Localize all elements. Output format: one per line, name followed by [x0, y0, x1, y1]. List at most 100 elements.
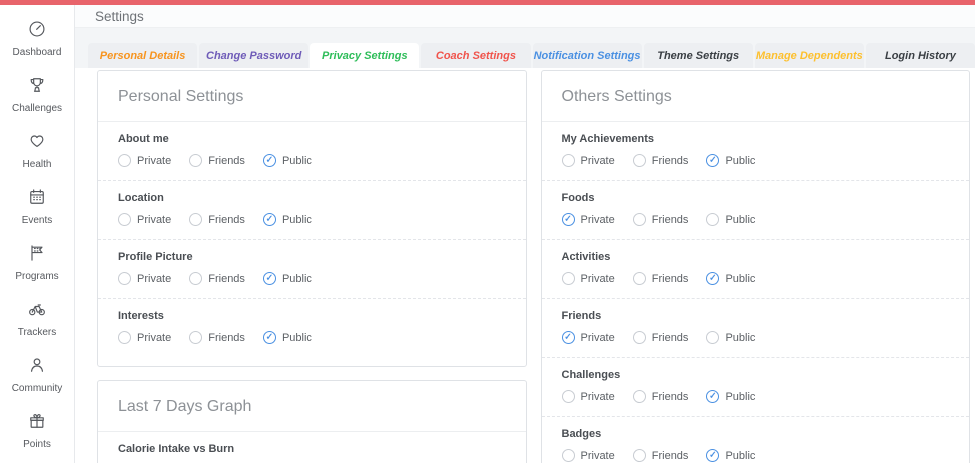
- tab-change-password[interactable]: Change Password: [199, 43, 309, 68]
- flag-icon: [27, 243, 47, 268]
- radio-option-label: Private: [580, 449, 615, 462]
- check-icon: ✓: [709, 154, 717, 165]
- radio-private[interactable]: Private: [118, 331, 171, 344]
- setting-row-profile-picture: Profile Picture Private Friends ✓ Public: [98, 239, 526, 298]
- sidebar-item-challenges[interactable]: Challenges: [0, 67, 74, 123]
- radio-private[interactable]: Private: [561, 390, 615, 403]
- setting-row-challenges: Challenges Private Friends ✓ Public: [541, 357, 969, 416]
- right-column: Others Settings My Achievements Private Fri…: [540, 70, 970, 463]
- tab-coach-settings[interactable]: Coach Settings: [421, 43, 531, 68]
- radio-public[interactable]: ✓ Public: [262, 213, 312, 226]
- radio-circle-icon: [706, 331, 720, 344]
- radio-circle-icon: [632, 213, 646, 226]
- radio-circle-icon: [706, 213, 720, 226]
- radio-private[interactable]: ✓ Private: [561, 213, 615, 226]
- radio-friends[interactable]: Friends: [189, 331, 245, 344]
- settings-tab-bar: Personal Details Change Password Privacy S…: [75, 28, 975, 68]
- tab-login-history[interactable]: Login History: [865, 43, 975, 68]
- setting-label: Location: [118, 192, 164, 204]
- tab-manage-dependents[interactable]: Manage Dependents: [754, 43, 864, 68]
- radio-friends[interactable]: Friends: [632, 390, 689, 403]
- sidebar-item-label: Health: [22, 159, 52, 170]
- radio-friends[interactable]: Friends: [632, 449, 688, 462]
- sidebar-item-community[interactable]: Community: [0, 347, 74, 403]
- radio-friends[interactable]: Friends: [189, 154, 245, 167]
- radio-checked-icon: ✓: [706, 449, 720, 462]
- radio-friends[interactable]: Friends: [632, 331, 688, 344]
- tab-personal-details[interactable]: Personal Details: [88, 43, 198, 68]
- radio-private[interactable]: Private: [118, 154, 171, 167]
- radio-option-label: Public: [281, 272, 312, 285]
- radio-public[interactable]: ✓ Public: [706, 390, 755, 403]
- tab-theme-settings[interactable]: Theme Settings: [643, 43, 753, 68]
- setting-label: Calorie Intake vs Burn: [118, 443, 235, 455]
- radio-private[interactable]: Private: [561, 154, 615, 167]
- check-icon: ✓: [265, 331, 274, 342]
- panel-title-wrap: Last 7 Days Graph: [98, 381, 526, 432]
- setting-label: Profile Picture: [118, 251, 193, 263]
- radio-circle-icon: [118, 213, 131, 226]
- radio-public[interactable]: Public: [706, 331, 755, 344]
- panel-title: Personal Settings: [118, 88, 244, 105]
- panel-personal-settings: Personal Settings About me Private Friends ✓…: [97, 70, 527, 367]
- radio-public[interactable]: ✓ Public: [706, 272, 755, 285]
- radio-circle-icon: [632, 449, 646, 462]
- panel-title: Others Settings: [561, 88, 672, 105]
- visibility-radio-group: Private Friends ✓ Public: [561, 449, 950, 462]
- setting-row-calorie-intake-vs-burn: Calorie Intake vs Burn✓PrivateFriendsPub…: [98, 432, 526, 463]
- radio-friends[interactable]: Friends: [632, 213, 688, 226]
- radio-public[interactable]: ✓ Public: [706, 154, 755, 167]
- setting-label: Foods: [561, 192, 595, 204]
- radio-circle-icon: [118, 272, 131, 285]
- radio-option-label: Friends: [651, 154, 689, 167]
- sidebar-item-label: Programs: [15, 271, 59, 282]
- setting-row-interests: Interests Private Friends ✓ Public: [98, 298, 526, 357]
- radio-public[interactable]: ✓ Public: [262, 331, 312, 344]
- radio-friends[interactable]: Friends: [189, 213, 245, 226]
- sidebar: Dashboard Challenges Health Events Programs T…: [0, 5, 75, 463]
- sidebar-item-health[interactable]: Health: [0, 123, 74, 179]
- radio-circle-icon: [561, 154, 575, 167]
- radio-public[interactable]: Public: [706, 213, 755, 226]
- visibility-radio-group: Private Friends ✓ Public: [561, 390, 950, 403]
- panel-title: Last 7 Days Graph: [118, 398, 252, 415]
- radio-private[interactable]: ✓ Private: [561, 331, 615, 344]
- radio-circle-icon: [632, 390, 646, 403]
- radio-option-label: Friends: [208, 213, 245, 226]
- sidebar-item-programs[interactable]: Programs: [0, 235, 74, 291]
- radio-private[interactable]: Private: [118, 272, 171, 285]
- radio-public[interactable]: ✓ Public: [262, 272, 312, 285]
- radio-option-label: Private: [580, 154, 615, 167]
- sidebar-item-trackers[interactable]: Trackers: [0, 291, 74, 347]
- radio-checked-icon: ✓: [262, 272, 276, 285]
- radio-circle-icon: [189, 154, 203, 167]
- tab-privacy-settings[interactable]: Privacy Settings: [310, 43, 420, 68]
- radio-option-label: Private: [137, 331, 172, 344]
- radio-friends[interactable]: Friends: [189, 272, 245, 285]
- radio-friends[interactable]: Friends: [632, 272, 688, 285]
- radio-public[interactable]: ✓ Public: [706, 449, 755, 462]
- radio-private[interactable]: Private: [561, 272, 615, 285]
- radio-option-label: Friends: [651, 390, 689, 403]
- radio-checked-icon: ✓: [706, 154, 720, 167]
- setting-label: My Achievements: [561, 133, 655, 145]
- gauge-icon: [27, 19, 47, 44]
- radio-private[interactable]: Private: [561, 449, 615, 462]
- sidebar-item-points[interactable]: Points: [0, 403, 74, 459]
- radio-checked-icon: ✓: [561, 331, 575, 344]
- sidebar-item-dashboard[interactable]: Dashboard: [0, 11, 74, 67]
- radio-circle-icon: [189, 272, 203, 285]
- radio-public[interactable]: ✓ Public: [262, 154, 312, 167]
- visibility-radio-group: Private Friends ✓ Public: [561, 272, 950, 285]
- radio-private[interactable]: Private: [118, 213, 171, 226]
- app-window: Dashboard Challenges Health Events Programs T…: [0, 5, 975, 463]
- sidebar-item-events[interactable]: Events: [0, 179, 74, 235]
- tab-notification-settings[interactable]: Notification Settings: [532, 43, 642, 68]
- radio-option-label: Private: [580, 331, 615, 344]
- setting-label: Badges: [561, 428, 602, 440]
- setting-label: Activities: [561, 251, 611, 263]
- radio-option-label: Private: [580, 272, 615, 285]
- setting-row-friends: Friends ✓ Private Friends Public: [541, 298, 969, 357]
- radio-circle-icon: [561, 449, 575, 462]
- radio-friends[interactable]: Friends: [632, 154, 689, 167]
